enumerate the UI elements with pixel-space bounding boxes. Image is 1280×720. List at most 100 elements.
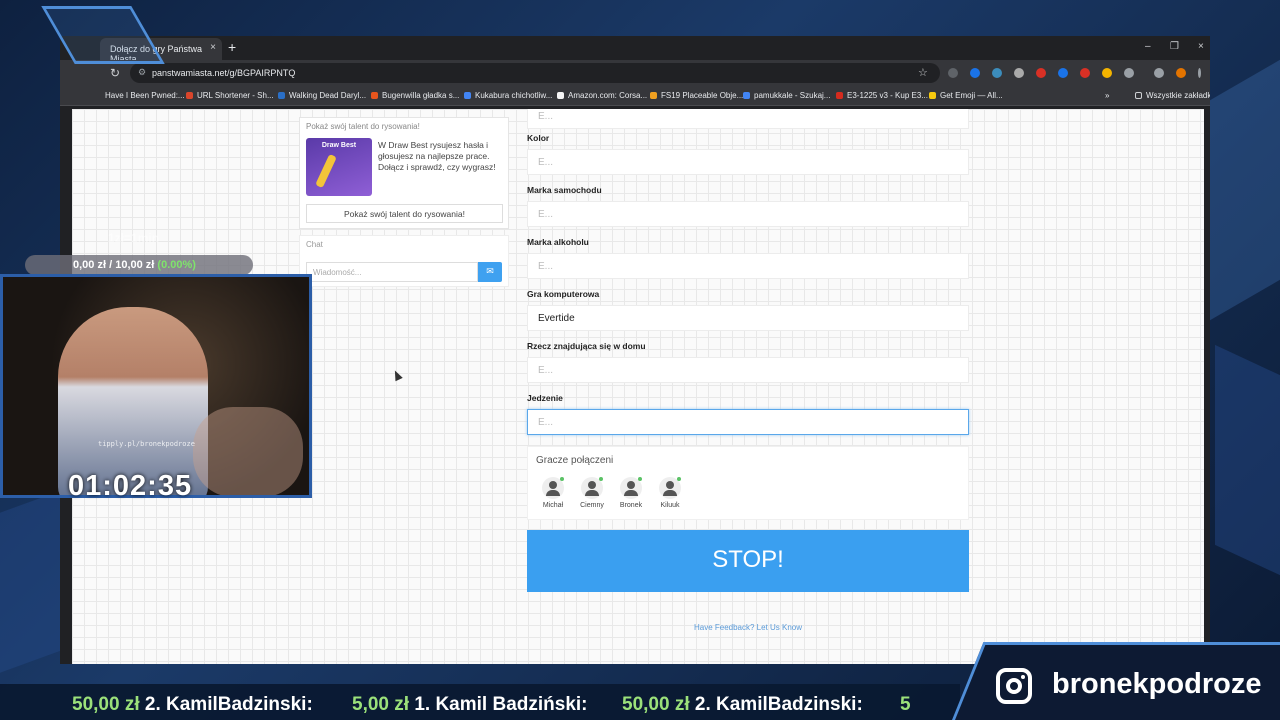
field-jedzenie-input[interactable]: E... <box>527 409 969 435</box>
extension-icon[interactable] <box>1014 68 1024 78</box>
player-item: Bronek <box>611 477 651 509</box>
field-previous-input[interactable]: E... <box>527 109 969 129</box>
field-rzecz-w-domu-input[interactable]: E... <box>527 357 969 383</box>
bookmarks-bar: Have I Been Pwned:... URL Shortener - Sh… <box>60 86 1210 106</box>
minimize-button[interactable]: – <box>1145 41 1151 52</box>
player-name: Ciemny <box>580 502 604 509</box>
bookmark-favicon-icon <box>557 92 564 99</box>
online-status-icon <box>677 477 681 481</box>
close-window-button[interactable]: × <box>1198 41 1204 52</box>
stream-timer: 01:02:35 <box>68 470 193 502</box>
donation-goal-label: 1zł=1min <box>108 231 160 245</box>
brush-icon <box>315 153 337 189</box>
user-icon <box>581 477 603 499</box>
bookmark-item[interactable]: pamukkale - Szukaj... <box>743 91 830 100</box>
extension-icon[interactable] <box>1036 68 1046 78</box>
bookmark-item[interactable]: URL Shortener - Sh... <box>186 91 274 100</box>
field-marka-alkoholu: Marka alkoholu E... <box>527 237 969 279</box>
field-label: Kolor <box>527 133 550 143</box>
ticker-item: 50,00 zł 2. KamilBadzinski: <box>622 694 863 715</box>
bookmark-favicon-icon <box>186 92 193 99</box>
bookmark-item[interactable]: Walking Dead Daryl... <box>278 91 366 100</box>
donation-percent: (0.00%) <box>157 259 196 271</box>
field-label: Gra komputerowa <box>527 289 600 299</box>
field-label: Marka samochodu <box>527 185 602 195</box>
chat-message-input[interactable]: Wiadomość... <box>306 262 478 282</box>
field-marka-samochodu-input[interactable]: E... <box>527 201 969 227</box>
extension-icon[interactable] <box>948 68 958 78</box>
media-icon[interactable] <box>1154 68 1164 78</box>
field-label: Rzecz znajdująca się w domu <box>527 341 646 351</box>
donation-current: 0,00 zł <box>73 259 107 271</box>
field-rzecz-w-domu: Rzecz znajdująca się w domu E... <box>527 341 969 383</box>
streamer-hand <box>193 407 303 495</box>
bookmark-star-icon[interactable]: ☆ <box>918 66 928 79</box>
bookmark-favicon-icon <box>743 92 750 99</box>
all-bookmarks-folder[interactable]: Wszystkie zakładki <box>1135 91 1210 100</box>
chat-send-button[interactable]: ✉ <box>478 262 502 282</box>
address-bar: ↻ ⚙ panstwamiasta.net/g/BGPAIRPNTQ ☆ <box>60 60 1210 86</box>
player-item: Ciemny <box>572 477 612 509</box>
overlay-shard <box>1215 344 1280 576</box>
new-tab-button[interactable]: + <box>228 39 236 55</box>
donation-separator: / <box>109 259 113 271</box>
webcam-caption: tipply.pl/bronekpodroze <box>98 440 195 448</box>
field-kolor-input[interactable]: E... <box>527 149 969 175</box>
field-marka-samochodu: Marka samochodu E... <box>527 185 969 227</box>
online-status-icon <box>638 477 642 481</box>
online-status-icon <box>560 477 564 481</box>
player-item: Michał <box>533 477 573 509</box>
extension-icon[interactable] <box>992 68 1002 78</box>
bookmarks-overflow-button[interactable]: » <box>1105 91 1109 100</box>
field-kolor: Kolor E... <box>527 133 969 175</box>
url-field[interactable]: ⚙ panstwamiasta.net/g/BGPAIRPNTQ <box>130 63 940 83</box>
ticker-item: 5,00 zł 1. Kamil Badziński: <box>352 694 588 715</box>
bookmark-item[interactable]: Bugenwilla gładka s... <box>371 91 459 100</box>
player-name: Kiluuk <box>660 502 680 509</box>
send-icon: ✉ <box>486 266 494 276</box>
menu-kebab-icon[interactable] <box>1198 68 1201 78</box>
profile-avatar[interactable] <box>1176 68 1186 78</box>
bookmark-item[interactable]: FS19 Placeable Obje... <box>650 91 743 100</box>
bookmark-item[interactable]: Amazon.com: Corsa... <box>557 91 647 100</box>
donation-target: 10,00 zł <box>115 259 155 271</box>
bookmark-favicon-icon <box>650 92 657 99</box>
ticker-item: 50,00 zł 2. KamilBadzinski: <box>72 694 313 715</box>
instagram-handle: bronekpodroze <box>1052 668 1262 700</box>
promo-title: Pokaż swój talent do rysowania! <box>306 122 420 131</box>
field-gra-komputerowa-input[interactable]: Evertide <box>527 305 969 331</box>
donation-progress-text: 0,00 zł / 10,00 zł (0.00%) <box>73 259 196 271</box>
donation-progress-bar: 0,00 zł / 10,00 zł (0.00%) <box>25 255 253 275</box>
bookmark-favicon-icon <box>836 92 843 99</box>
instagram-icon <box>996 668 1032 704</box>
bookmark-item[interactable]: Get Emoji — All... <box>929 91 1003 100</box>
promo-button[interactable]: Pokaż swój talent do rysowania! <box>306 204 503 223</box>
extension-icon[interactable] <box>970 68 980 78</box>
extensions-puzzle-icon[interactable] <box>1124 68 1134 78</box>
reload-icon[interactable]: ↻ <box>110 66 120 80</box>
bookmark-item[interactable]: Have I Been Pwned:... <box>105 91 185 100</box>
extension-icon[interactable] <box>1102 68 1112 78</box>
promo-image-title: Draw Best <box>321 142 357 149</box>
url-text: panstwamiasta.net/g/BGPAIRPNTQ <box>152 68 296 78</box>
bookmark-item[interactable]: Kukabura chichotliw... <box>464 91 552 100</box>
extension-icon[interactable] <box>1080 68 1090 78</box>
extension-icon[interactable] <box>1058 68 1068 78</box>
online-status-icon <box>599 477 603 481</box>
promo-image[interactable]: Draw Best <box>306 138 372 196</box>
folder-icon <box>1135 92 1142 99</box>
bookmark-item[interactable]: E3-1225 v3 - Kup E3... <box>836 91 928 100</box>
maximize-button[interactable]: ❐ <box>1170 41 1179 52</box>
promo-description: W Draw Best rysujesz hasła i głosujesz n… <box>378 140 496 172</box>
mouse-cursor-icon <box>391 368 403 382</box>
field-gra-komputerowa: Gra komputerowa Evertide <box>527 289 969 331</box>
feedback-link[interactable]: Have Feedback? Let Us Know <box>527 623 969 632</box>
site-info-icon[interactable]: ⚙ <box>138 67 146 78</box>
field-marka-alkoholu-input[interactable]: E... <box>527 253 969 279</box>
stop-button[interactable]: STOP! <box>527 530 969 592</box>
tab-bar: Dołącz do gry Państwa Miasta × + – ❐ × <box>60 36 1210 64</box>
field-label: Jedzenie <box>527 393 563 403</box>
player-item: Kiluuk <box>650 477 690 509</box>
user-icon <box>659 477 681 499</box>
tab-close-icon[interactable]: × <box>210 42 216 53</box>
